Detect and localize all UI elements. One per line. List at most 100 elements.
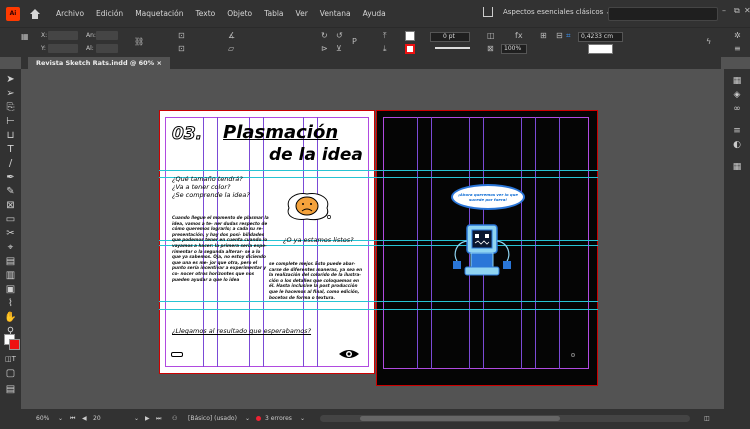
swatches-panel-icon[interactable]: ▦ bbox=[731, 161, 743, 173]
align-icon[interactable]: ⊞ bbox=[540, 31, 547, 40]
distribute-icon[interactable]: ⊟ bbox=[556, 31, 563, 40]
minimize-icon[interactable]: – bbox=[722, 6, 726, 15]
share-icon[interactable] bbox=[483, 7, 493, 17]
settings-icon[interactable]: ✲ bbox=[734, 31, 741, 40]
rotate-ccw-icon[interactable]: ↺ bbox=[336, 31, 343, 40]
y-field[interactable] bbox=[48, 44, 78, 53]
zoom-level[interactable]: 60% bbox=[36, 415, 49, 422]
note-tool-icon[interactable]: ▣ bbox=[4, 283, 17, 296]
speech-bubble[interactable]: ¡Ahora queremos ver lo que sucede por fu… bbox=[451, 184, 525, 210]
first-page-icon[interactable]: ⏮ bbox=[70, 415, 75, 423]
menu-ventana[interactable]: Ventana bbox=[320, 9, 351, 18]
zoom-dropdown-icon[interactable]: ⌄ bbox=[58, 415, 63, 422]
preflight-profile[interactable]: [Básico] (usado) bbox=[188, 415, 237, 422]
h-field[interactable] bbox=[96, 44, 118, 53]
close-icon[interactable]: ✕ bbox=[744, 6, 750, 15]
menu-ayuda[interactable]: Ayuda bbox=[363, 9, 386, 18]
layers-panel-icon[interactable]: ◈ bbox=[731, 89, 743, 101]
lightning-icon[interactable]: ϟ bbox=[706, 37, 711, 46]
document-canvas[interactable]: 03. Plasmación de la idea ¿Qué tamaño te… bbox=[21, 69, 724, 409]
direct-selection-tool-icon[interactable]: ➢ bbox=[4, 87, 17, 100]
title-line-2[interactable]: de la idea bbox=[269, 145, 363, 165]
rectangle-frame-tool-icon[interactable]: ⊠ bbox=[4, 199, 17, 212]
flip-v-icon[interactable]: ⊻ bbox=[336, 44, 342, 53]
line-tool-icon[interactable]: / bbox=[4, 157, 17, 170]
type-tool-icon[interactable]: T bbox=[4, 143, 17, 156]
preflight-icon[interactable]: ⚇ bbox=[172, 415, 177, 422]
body-column-1[interactable]: Cuando llegue el momento de plasmar la i… bbox=[172, 215, 270, 303]
profile-dropdown-icon[interactable]: ⌄ bbox=[245, 415, 250, 422]
color-preview[interactable] bbox=[588, 44, 613, 54]
tab-document[interactable]: Revista Sketch Rats.indd @ 60% × bbox=[28, 57, 170, 69]
rotate-cw-icon[interactable]: ↻ bbox=[321, 31, 328, 40]
gap-tool-icon[interactable]: ⊢ bbox=[4, 115, 17, 128]
restore-icon[interactable]: ⧉ bbox=[734, 6, 740, 16]
ruler-guide[interactable] bbox=[159, 309, 598, 310]
scale-x-icon[interactable]: ⊡ bbox=[178, 31, 185, 40]
question-mid[interactable]: ¿O ya estamos listos? bbox=[283, 236, 354, 245]
question-bottom[interactable]: ¿Llegamos al resultado que esperabamos? bbox=[172, 327, 311, 336]
scale-y-icon[interactable]: ⊡ bbox=[178, 44, 185, 53]
menu-ver[interactable]: Ver bbox=[296, 9, 308, 18]
gradient-feather-icon[interactable]: ▥ bbox=[4, 269, 17, 282]
select-content-icon[interactable]: ⤓ bbox=[383, 44, 387, 54]
section-number[interactable]: 03. bbox=[171, 124, 202, 145]
links-panel-icon[interactable]: ∞ bbox=[731, 103, 743, 115]
menu-maquetacion[interactable]: Maquetación bbox=[135, 9, 183, 18]
x-field[interactable] bbox=[48, 31, 78, 40]
menu-edicion[interactable]: Edición bbox=[96, 9, 123, 18]
free-transform-tool-icon[interactable]: ⌖ bbox=[4, 241, 17, 254]
robot-illustration[interactable] bbox=[447, 221, 517, 289]
panel-menu-icon[interactable]: ≡ bbox=[734, 44, 741, 53]
reference-value-field[interactable]: 0,4233 cm bbox=[578, 32, 623, 42]
scissors-tool-icon[interactable]: ✂ bbox=[4, 227, 17, 240]
gradient-tool-icon[interactable]: ▤ bbox=[4, 255, 17, 268]
rectangle-tool-icon[interactable]: ▭ bbox=[4, 213, 17, 226]
content-collector-icon[interactable]: ⊔ bbox=[4, 129, 17, 142]
screen-mode-icon[interactable]: ▢ bbox=[4, 367, 17, 380]
opacity-field[interactable]: 100% bbox=[501, 44, 527, 54]
menu-texto[interactable]: Texto bbox=[195, 9, 215, 18]
pages-panel-icon[interactable]: ▦ bbox=[731, 75, 743, 87]
fx-icon[interactable]: fx bbox=[515, 31, 523, 40]
question-3[interactable]: ¿Se comprende la idea? bbox=[172, 191, 250, 200]
shear-icon[interactable]: ▱ bbox=[228, 44, 234, 53]
page-tool-icon[interactable]: ⎘ bbox=[4, 101, 17, 114]
color-panel-icon[interactable]: ◐ bbox=[731, 139, 743, 151]
effects-icon[interactable]: ⊠ bbox=[487, 44, 494, 53]
pen-tool-icon[interactable]: ✒ bbox=[4, 171, 17, 184]
hand-tool-icon[interactable]: ✋ bbox=[4, 311, 17, 324]
home-icon[interactable] bbox=[30, 8, 40, 19]
stroke-swatch[interactable] bbox=[405, 44, 415, 54]
menu-archivo[interactable]: Archivo bbox=[56, 9, 84, 18]
menu-tabla[interactable]: Tabla bbox=[264, 9, 283, 18]
next-page-icon[interactable]: ▶ bbox=[145, 415, 150, 422]
stroke-type-sample[interactable] bbox=[435, 47, 470, 49]
select-container-icon[interactable]: ⤒ bbox=[383, 31, 387, 41]
link-icon[interactable]: ⛓ bbox=[134, 37, 144, 46]
prev-page-icon[interactable]: ◀ bbox=[82, 415, 87, 422]
text-path-icon[interactable]: P bbox=[352, 37, 357, 46]
workspace-selector[interactable]: Aspectos esenciales clásicos ⌄ bbox=[503, 8, 611, 16]
wrap-icon[interactable]: ◫ bbox=[487, 31, 495, 40]
pencil-tool-icon[interactable]: ✎ bbox=[4, 185, 17, 198]
page-field[interactable]: 20 bbox=[93, 415, 101, 422]
flip-h-icon[interactable]: ⊳ bbox=[321, 44, 328, 53]
view-mode-icon[interactable]: ▤ bbox=[4, 383, 17, 396]
stroke-color-swatch[interactable] bbox=[9, 339, 20, 350]
stroke-weight-field[interactable]: 0 pt bbox=[430, 32, 470, 42]
body-column-2[interactable]: se complete mejor. Esto puede abar- cars… bbox=[269, 261, 365, 303]
egg-illustration[interactable] bbox=[283, 190, 333, 222]
last-page-icon[interactable]: ⏭ bbox=[156, 415, 161, 423]
fill-swatch[interactable] bbox=[405, 31, 415, 41]
frame-fitting-icon[interactable]: ⌗ bbox=[566, 31, 571, 41]
formatting-icon[interactable]: ◫T bbox=[4, 353, 17, 366]
search-input[interactable] bbox=[608, 7, 718, 21]
title-line-1[interactable]: Plasmación bbox=[223, 122, 338, 143]
reference-point-icon[interactable]: ▦ bbox=[21, 32, 29, 41]
stroke-panel-icon[interactable]: ≡ bbox=[731, 125, 743, 137]
horizontal-scroll-thumb[interactable] bbox=[360, 416, 560, 421]
panel-toggle-icon[interactable]: ◫ bbox=[704, 415, 710, 422]
page-dropdown-icon[interactable]: ⌄ bbox=[134, 415, 139, 422]
tab-close-icon[interactable]: × bbox=[156, 59, 161, 67]
